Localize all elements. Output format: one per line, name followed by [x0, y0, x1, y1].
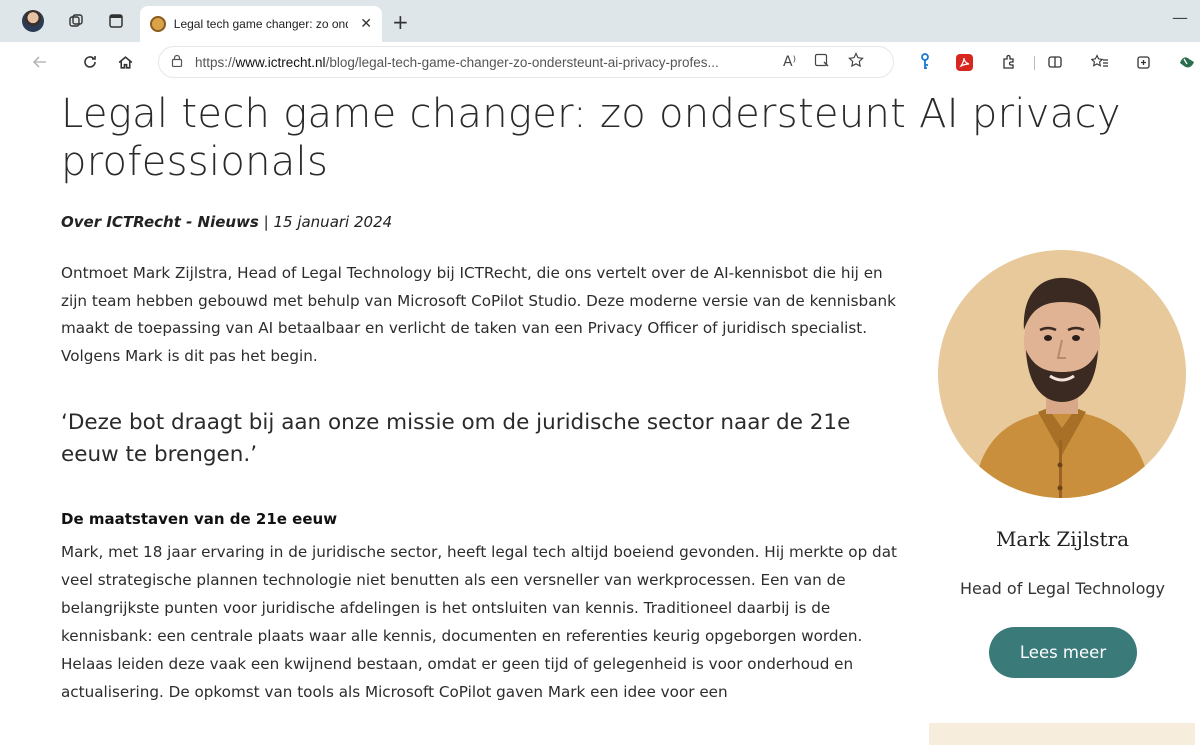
- author-role: Head of Legal Technology: [959, 579, 1166, 598]
- article-meta: Over ICTRecht - Nieuws | 15 januari 2024: [61, 213, 392, 231]
- address-bar[interactable]: https://www.ictrecht.nl/blog/legal-tech-…: [158, 46, 894, 78]
- browser-tab-bar: Legal tech game changer: zo ondersteunt …: [0, 0, 1200, 42]
- lees-meer-button[interactable]: Lees meer: [989, 627, 1137, 678]
- favorites-icon[interactable]: [1089, 51, 1111, 73]
- author-portrait: [938, 250, 1186, 498]
- back-icon[interactable]: [28, 50, 52, 74]
- read-aloud-icon[interactable]: A⁾: [783, 54, 796, 70]
- new-tab-button[interactable]: +: [392, 10, 409, 34]
- article-subheading: De maatstaven van de 21e eeuw: [61, 510, 338, 528]
- favicon-icon: [150, 16, 166, 32]
- profile-avatar-icon[interactable]: [22, 10, 44, 32]
- tab-actions-icon[interactable]: [105, 10, 127, 32]
- password-key-icon[interactable]: [914, 51, 936, 73]
- browser-toolbar: https://www.ictrecht.nl/blog/legal-tech-…: [0, 42, 1200, 82]
- workspaces-icon[interactable]: [65, 10, 87, 32]
- article-date: | 15 januari 2024: [258, 213, 393, 231]
- home-icon[interactable]: [113, 50, 137, 74]
- tab-title: Legal tech game changer: zo ondersteunt …: [173, 17, 349, 31]
- url-host: www.ictrecht.nl: [235, 54, 326, 70]
- active-tab[interactable]: Legal tech game changer: zo ondersteunt …: [140, 6, 382, 42]
- article-intro: Ontmoet Mark Zijlstra, Head of Legal Tec…: [61, 264, 896, 365]
- url-path: /blog/legal-tech-game-changer-zo-onderst…: [325, 54, 719, 70]
- sidebar-card: [929, 723, 1195, 745]
- page-content: Legal tech game changer: zo ondersteunt …: [0, 82, 1200, 745]
- article-category-link[interactable]: Over ICTRecht - Nieuws: [61, 213, 259, 231]
- immersive-reader-icon[interactable]: [814, 53, 830, 72]
- copilot-icon[interactable]: [1176, 51, 1198, 73]
- refresh-icon[interactable]: [78, 50, 102, 74]
- extensions-icon[interactable]: [998, 51, 1020, 73]
- url-text: https://www.ictrecht.nl/blog/legal-tech-…: [195, 55, 765, 70]
- pdf-extension-icon[interactable]: [956, 54, 973, 71]
- url-prefix: https://: [195, 54, 236, 70]
- author-photo-illustration: [973, 277, 1151, 498]
- article-quote: ‘Deze bot draagt bij aan onze missie om …: [61, 410, 851, 467]
- article-title: Legal tech game changer: zo ondersteunt …: [61, 91, 1121, 185]
- minimize-window-button[interactable]: —: [1172, 8, 1188, 27]
- favorite-star-icon[interactable]: [848, 52, 864, 72]
- author-name: Mark Zijlstra: [995, 527, 1130, 551]
- lock-icon[interactable]: [171, 54, 183, 71]
- collections-icon[interactable]: [1132, 51, 1154, 73]
- tab-close-icon[interactable]: ✕: [360, 16, 372, 32]
- toolbar-separator: [1034, 56, 1035, 70]
- article-body: Mark, met 18 jaar ervaring in de juridis…: [61, 543, 897, 701]
- split-screen-icon[interactable]: [1044, 51, 1066, 73]
